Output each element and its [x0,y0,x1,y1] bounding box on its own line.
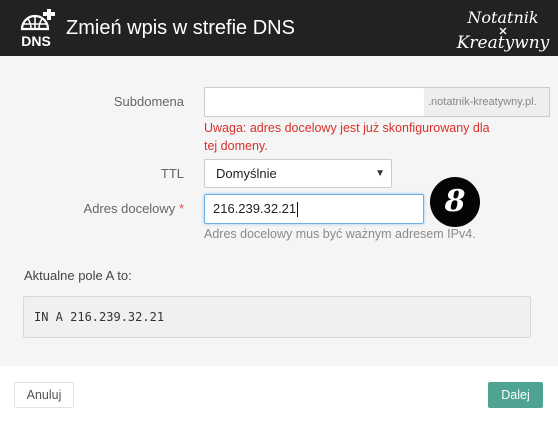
ttl-label: TTL [160,166,184,181]
watermark-line1: Notatnik [466,8,538,27]
step-badge: 8 [430,177,480,227]
text-cursor [297,202,299,218]
target-label: Adres docelowy * [40,201,184,217]
target-helper-text: Adres docelowy mus być ważnym adresem IP… [204,227,476,241]
target-address-value: 216.239.32.21 [213,201,297,216]
cancel-button[interactable]: Anuluj [14,382,74,408]
subdomain-label: Subdomena [113,94,184,109]
logo-text: DNS [21,33,51,49]
caret-down-icon: ▼ [375,168,385,179]
ttl-select[interactable]: Domyślnie ▼ [204,159,392,188]
current-record-box: IN A 216.239.32.21 [23,296,531,338]
dialog-header: DNS Zmień wpis w strefie DNS Notatnik Kr… [0,0,558,56]
target-label-text: Adres docelowy [83,201,176,216]
subdomain-input[interactable] [204,87,425,117]
watermark-logo: Notatnik Kreatywny [456,8,550,53]
required-mark: * [178,201,184,216]
target-address-input[interactable]: 216.239.32.21 [204,194,424,224]
target-warning: Uwaga: adres docelowy jest już skonfigur… [204,121,490,153]
dialog-title: Zmień wpis w strefie DNS [66,17,295,39]
next-button[interactable]: Dalej [488,382,543,408]
subdomain-suffix: .notatnik-kreatywny.pl. [424,87,550,117]
ttl-selected-value: Domyślnie [216,166,277,181]
watermark-line2: Kreatywny [456,33,550,53]
current-record-label: Aktualne pole A to: [24,268,132,283]
dns-globe-plus-icon: DNS [20,9,55,49]
